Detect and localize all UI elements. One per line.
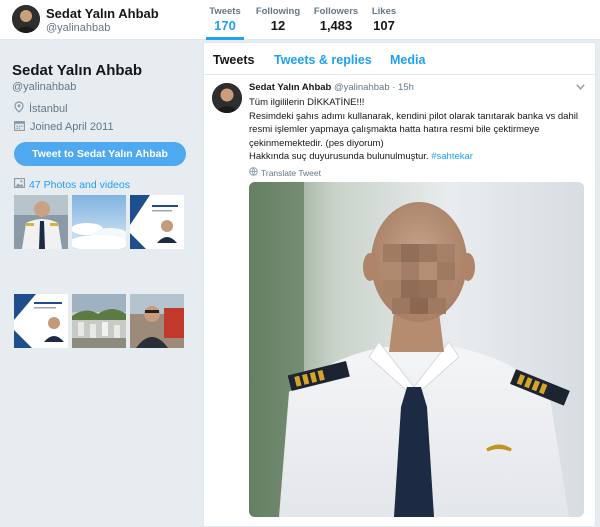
media-thumbnail[interactable] [130,294,184,348]
translate-label: Translate Tweet [261,167,322,178]
chevron-down-icon[interactable] [576,82,585,92]
profile-joined: Joined April 2011 [14,120,114,134]
stat-likes[interactable]: Likes 107 [369,6,399,33]
tweet-line: Resimdeki şahıs adımı kullanarak, kendin… [249,110,578,122]
photos-videos-label: 47 Photos and videos [29,178,130,191]
media-thumbnail[interactable] [14,294,68,348]
media-thumbnail[interactable] [72,294,126,348]
hashtag-link[interactable]: #sahtekar [431,151,473,162]
stat-tweets[interactable]: Tweets 170 [206,6,244,40]
media-thumbnail[interactable] [130,195,184,249]
tweet-timestamp[interactable]: · 15h [392,82,414,93]
globe-icon [249,167,258,178]
media-thumbnail[interactable] [14,195,68,249]
profile-name[interactable]: Sedat Yalın Ahbab [46,6,159,21]
profile-fullname[interactable]: Sedat Yalın Ahbab [12,62,142,79]
profile-sidebar: Sedat Yalın Ahbab @yalinahbab İstanbul J… [0,40,200,527]
stat-following[interactable]: Following 12 [255,6,301,33]
stat-value: 107 [373,18,395,33]
timeline: Tweets Tweets & replies Media Sedat Yalı… [203,42,597,527]
avatar[interactable] [12,5,40,33]
tweet-text: Tüm ilgililerin DİKKATİNE!!! Resimdeki ş… [249,96,589,164]
tweet-line: Tüm ilgililerin DİKKATİNE!!! [249,97,365,108]
timeline-tabs: Tweets Tweets & replies Media [204,43,597,75]
profile-location: İstanbul [14,101,68,116]
photos-videos-link[interactable]: 47 Photos and videos [14,178,130,191]
tab-media[interactable]: Media [390,53,425,67]
avatar[interactable] [212,83,242,113]
tweet-author-name[interactable]: Sedat Yalın Ahbab [249,82,331,93]
stat-label: Tweets [209,6,241,17]
translate-tweet-link[interactable]: Translate Tweet [249,167,321,178]
tweet-header: Sedat Yalın Ahbab @yalinahbab · 15h [249,82,414,93]
tweet-line: resmi işlemler yapmaya çalışmakta hatta … [249,124,540,135]
tweet-media-photo[interactable] [249,182,584,517]
stat-value: 170 [214,18,236,33]
tweet-line-text: Hakkında suç duyurusunda bulunulmuştur. [249,151,429,162]
stat-value: 1,483 [319,18,353,33]
tweet-to-button[interactable]: Tweet to Sedat Yalın Ahbab [14,142,186,166]
tweet-line: Hakkında suç duyurusunda bulunulmuştur. … [249,150,589,164]
stat-followers[interactable]: Followers 1,483 [313,6,359,33]
location-pin-icon [14,101,24,116]
tab-tweets-replies[interactable]: Tweets & replies [274,53,372,67]
photo-icon [14,178,25,191]
stat-label: Following [255,6,301,17]
tab-tweets[interactable]: Tweets [213,53,254,67]
joined-text: Joined April 2011 [30,121,114,133]
tweet-line: çekinmemektedir. (pes diyorum) [249,137,384,149]
profile-nav-bar: Sedat Yalın Ahbab @yalinahbab Tweets 170… [0,0,600,40]
stat-value: 12 [270,18,286,33]
stat-label: Likes [371,6,397,17]
profile-username[interactable]: @yalinahbab [12,81,76,93]
media-thumbnail[interactable] [72,195,126,249]
calendar-icon [14,120,25,134]
location-text: İstanbul [29,102,68,115]
tweet-author-handle[interactable]: @yalinahbab [334,82,390,93]
stat-label: Followers [313,6,359,17]
profile-handle[interactable]: @yalinahbab [46,22,110,34]
